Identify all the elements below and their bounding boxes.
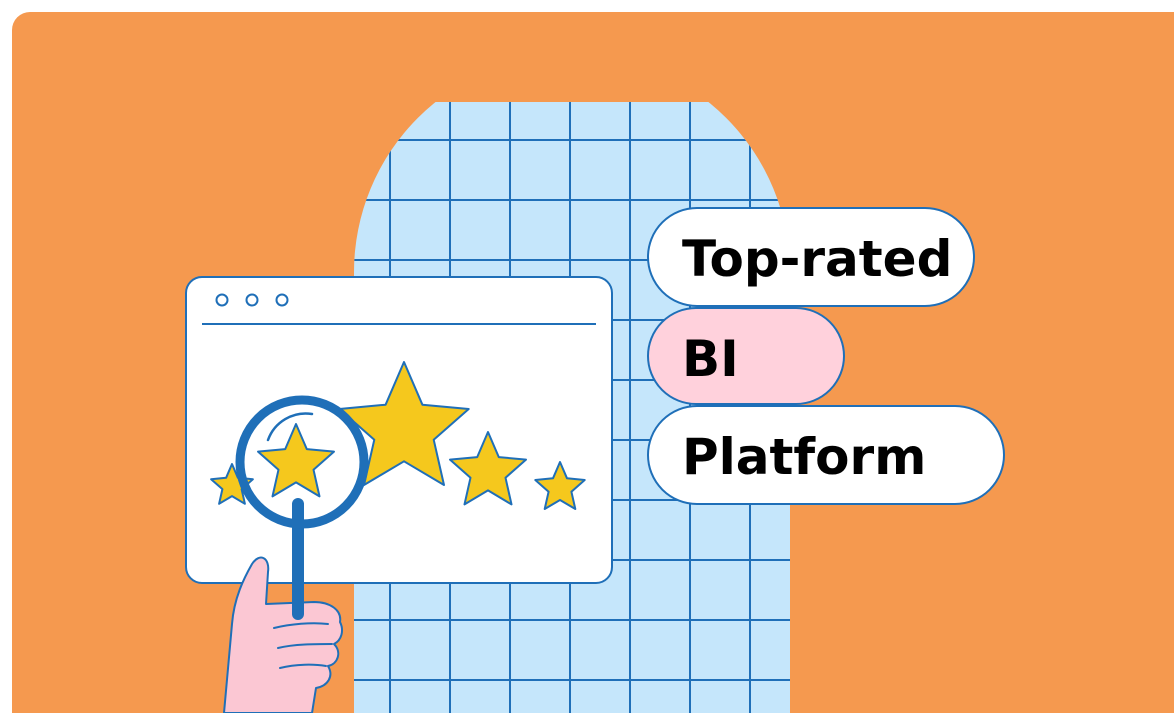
hero-illustration: Top-rated BI Platform bbox=[12, 12, 1174, 713]
badge-bi bbox=[647, 307, 845, 405]
badge-platform-label: Platform bbox=[682, 428, 926, 486]
badge-bi-label: BI bbox=[682, 330, 739, 388]
badge-top-rated-label: Top-rated bbox=[682, 230, 952, 288]
illustration-svg: Top-rated BI Platform bbox=[12, 12, 1174, 713]
